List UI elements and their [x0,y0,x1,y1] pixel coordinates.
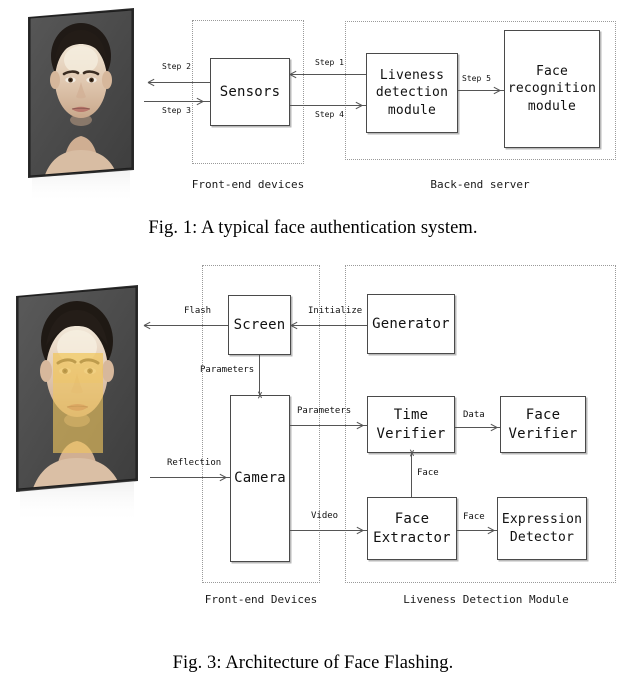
edge-label-step5: Step 5 [462,74,491,83]
edge-parameters2-line [290,425,367,426]
edge-label-face-right: Face [463,512,485,522]
figure-3-caption: Fig. 3: Architecture of Face Flashing. [172,653,454,673]
node-camera-label: Camera [234,470,286,487]
edge-label-reflection: Reflection [167,458,222,468]
edge-label-step4: Step 4 [315,110,344,119]
edge-initialize-line [291,325,367,326]
figure-1: Front-end devices Back-end server Sensor… [0,0,626,250]
node-screen: Screen [228,295,291,355]
edge-label-step2: Step 2 [162,62,191,71]
edge-label-initialize: Initialize [308,306,363,316]
node-camera: Camera [230,395,290,562]
node-sensors: Sensors [210,58,290,126]
node-generator: Generator [367,294,455,354]
edge-parameters1-line [259,355,260,395]
edge-video-line [290,530,367,531]
node-face-verifier: Face Verifier [500,396,586,453]
node-face-recognition-module-label: Face recognition module [507,64,597,114]
edge-label-parameters2: Parameters [297,406,352,416]
flash-highlight-overlay [53,353,103,453]
node-liveness-detection-module: Liveness detection module [366,53,458,133]
node-face-verifier-label: Face Verifier [508,407,578,442]
node-generator-label: Generator [372,315,450,332]
zone-label-front-end-devices: Front-end devices [191,178,305,191]
face-photo-fig1 [24,8,140,204]
edge-step1-line [290,74,366,75]
edge-label-data: Data [463,410,485,420]
edge-label-parameters1: Parameters [200,365,255,375]
node-face-recognition-module: Face recognition module [504,30,600,148]
edge-label-step1: Step 1 [315,58,344,67]
edge-reflection-line [150,477,230,478]
figure-3: Front-end Devices Liveness Detection Mod… [0,255,626,692]
edge-step4-line [290,105,366,106]
edge-label-flash: Flash [184,306,212,316]
node-sensors-label: Sensors [219,83,281,100]
node-face-extractor-label: Face Extractor [373,511,451,546]
node-expression-detector: Expression Detector [497,497,587,560]
zone-label-liveness-detection-module-fig3: Liveness Detection Module [403,593,569,606]
face-photo-fig3 [10,283,148,523]
edge-step2-line [148,82,210,83]
zone-label-back-end-server: Back-end server [430,178,530,191]
edge-label-face-up: Face [417,468,439,478]
edge-label-video: Video [311,511,339,521]
figure-1-caption: Fig. 1: A typical face authentication sy… [148,218,478,238]
node-time-verifier: Time Verifier [367,396,455,453]
node-liveness-detection-module-label: Liveness detection module [375,68,449,118]
edge-flash-line [144,325,228,326]
zone-label-front-end-devices-fig3: Front-end Devices [204,593,318,606]
edge-face-up-line [411,453,412,497]
node-face-extractor: Face Extractor [367,497,457,560]
edge-label-step3: Step 3 [162,106,191,115]
node-screen-label: Screen [233,316,286,333]
node-time-verifier-label: Time Verifier [376,407,446,442]
node-expression-detector-label: Expression Detector [501,512,583,545]
